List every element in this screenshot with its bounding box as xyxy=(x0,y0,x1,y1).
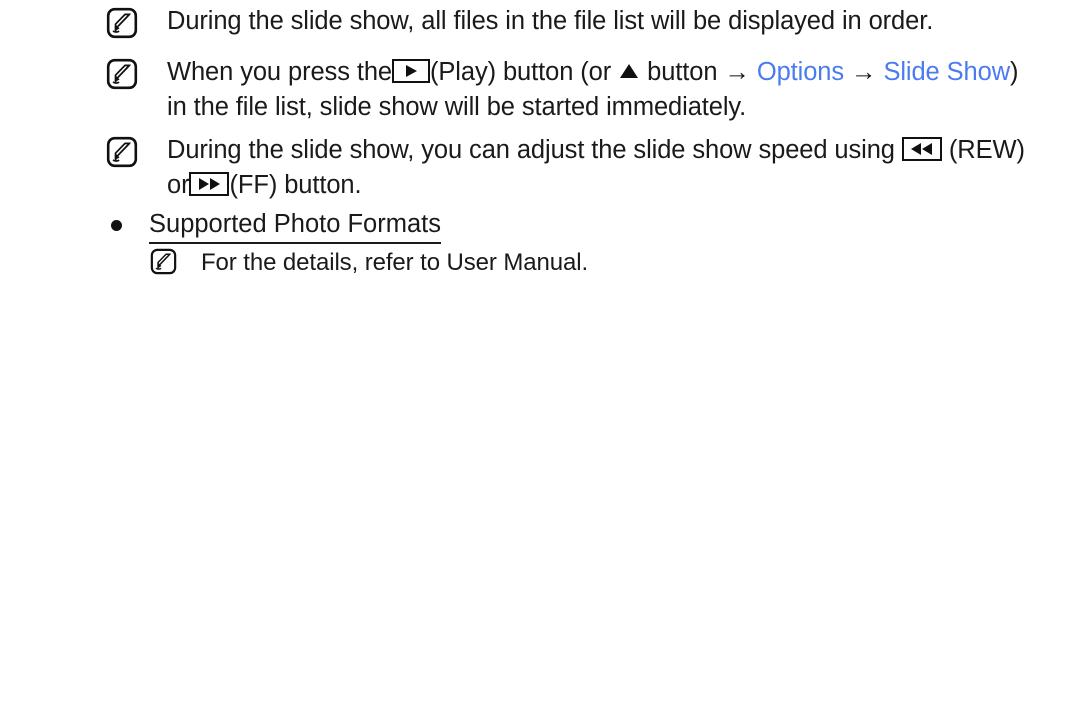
note-item-2: When you press the (Play) button (or but… xyxy=(106,55,1036,125)
link-options[interactable]: Options xyxy=(757,58,844,86)
arrow-right-icon-1: → xyxy=(724,58,750,86)
note-text-3: During the slide show, you can adjust th… xyxy=(167,133,1036,203)
note2-segment-c: button xyxy=(647,58,718,86)
arrow-right-icon-2: → xyxy=(851,58,877,86)
manual-page: During the slide show, all files in the … xyxy=(0,0,1080,705)
note3-segment-d: (FF) button. xyxy=(229,171,362,199)
note-memo-icon xyxy=(106,4,138,39)
note2-segment-a: When you press the xyxy=(167,58,392,86)
note-item-1: During the slide show, all files in the … xyxy=(106,4,1036,39)
bullet-dot-icon xyxy=(111,220,122,231)
bullet-heading: Supported Photo Formats xyxy=(111,207,441,244)
note-memo-icon xyxy=(150,245,177,275)
fast-forward-button-icon xyxy=(189,172,230,197)
link-show[interactable]: Show xyxy=(947,58,1010,86)
note3-segment-a: During the slide show, you can adjust th… xyxy=(167,136,895,164)
note-text-1: During the slide show, all files in the … xyxy=(167,7,934,35)
note3-segment-b: (REW) xyxy=(948,136,1025,164)
note-memo-icon xyxy=(106,55,138,90)
note-item-4: For the details, refer to User Manual. xyxy=(150,245,1030,280)
rewind-button-icon xyxy=(901,137,942,162)
note-item-3: During the slide show, you can adjust th… xyxy=(106,133,1036,203)
link-slide[interactable]: Slide xyxy=(883,58,939,86)
note-text-4: For the details, refer to User Manual. xyxy=(201,249,589,276)
bullet-heading-label: Supported Photo Formats xyxy=(149,207,441,244)
note-memo-icon xyxy=(106,133,138,168)
up-arrow-icon xyxy=(618,61,640,81)
note2-segment-b: (Play) button (or xyxy=(430,58,612,86)
play-button-icon xyxy=(392,59,430,84)
note3-segment-c: or xyxy=(167,171,190,199)
note-text-2: When you press the (Play) button (or but… xyxy=(167,55,1036,125)
